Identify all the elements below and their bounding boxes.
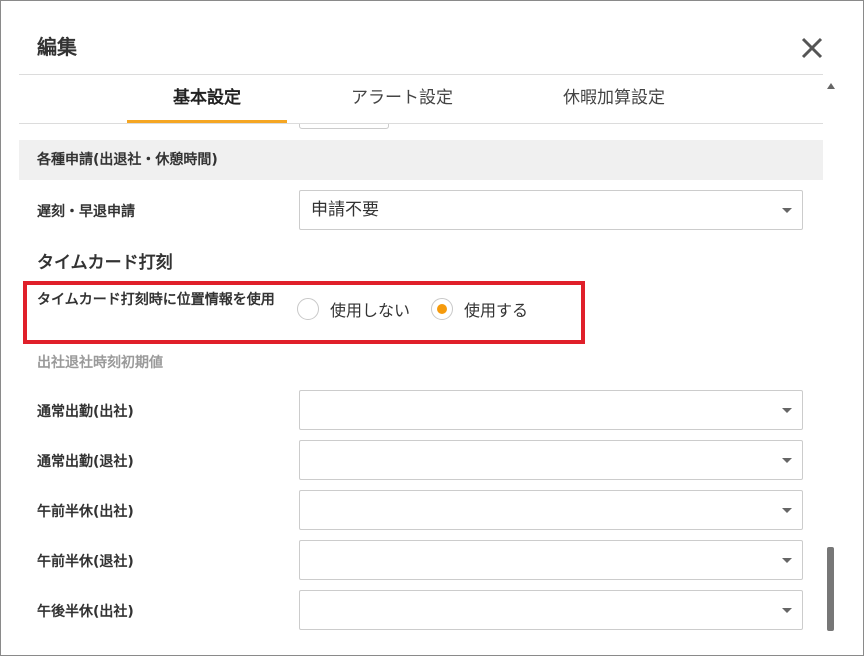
tab-leave-accrual-settings[interactable]: 休暇加算設定 (531, 75, 697, 123)
previous-field-edge (299, 124, 389, 129)
chevron-down-icon (782, 458, 792, 463)
chevron-down-icon (782, 408, 792, 413)
scrollbar-thumb[interactable] (827, 547, 834, 631)
close-icon[interactable] (797, 33, 827, 63)
settings-scroll-area: 各種申請(出退社・休憩時間) 遅刻・早退申請 申請不要 タイムカード打刻 タイム… (19, 124, 823, 630)
pm-half-in-label: 午後半休(出社) (37, 604, 134, 620)
am-half-in-label: 午前半休(出社) (37, 504, 134, 520)
am-half-out-label: 午前半休(退社) (37, 554, 134, 570)
am-half-out-select[interactable] (299, 540, 803, 580)
radio-not-use-indicator[interactable] (297, 298, 319, 320)
tab-bar: 基本設定 アラート設定 休暇加算設定 (19, 75, 823, 123)
normal-out-select[interactable] (299, 440, 803, 480)
normal-in-select[interactable] (299, 390, 803, 430)
default-times-heading: 出社退社時刻初期値 (37, 355, 163, 371)
timecard-heading: タイムカード打刻 (37, 253, 173, 273)
tab-alert-settings[interactable]: アラート設定 (319, 75, 485, 123)
radio-use-label: 使用する (464, 301, 529, 320)
late-early-label: 遅刻・早退申請 (37, 204, 135, 220)
location-setting-label: タイムカード打刻時に位置情報を使用 (37, 292, 275, 308)
tab-basic-settings[interactable]: 基本設定 (127, 75, 287, 123)
radio-not-use-label: 使用しない (330, 301, 411, 320)
chevron-down-icon (782, 508, 792, 513)
scroll-up-arrow-icon[interactable] (827, 83, 835, 89)
radio-not-use[interactable]: 使用しない (297, 297, 410, 321)
chevron-down-icon (782, 558, 792, 563)
chevron-down-icon (782, 208, 792, 213)
pm-half-in-select[interactable] (299, 590, 803, 630)
am-half-in-select[interactable] (299, 490, 803, 530)
chevron-down-icon (782, 608, 792, 613)
normal-in-label: 通常出勤(出社) (37, 404, 134, 420)
late-early-value: 申請不要 (311, 200, 379, 220)
radio-use-indicator[interactable] (431, 298, 453, 320)
radio-use[interactable]: 使用する (431, 297, 528, 321)
normal-out-label: 通常出勤(退社) (37, 454, 134, 470)
late-early-select[interactable]: 申請不要 (299, 190, 803, 230)
section-requests-heading: 各種申請(出退社・休憩時間) (19, 140, 823, 180)
edit-dialog: 編集 基本設定 アラート設定 休暇加算設定 各種申請(出退社・休憩時間) 遅刻・… (0, 0, 864, 656)
dialog-title: 編集 (37, 35, 77, 59)
